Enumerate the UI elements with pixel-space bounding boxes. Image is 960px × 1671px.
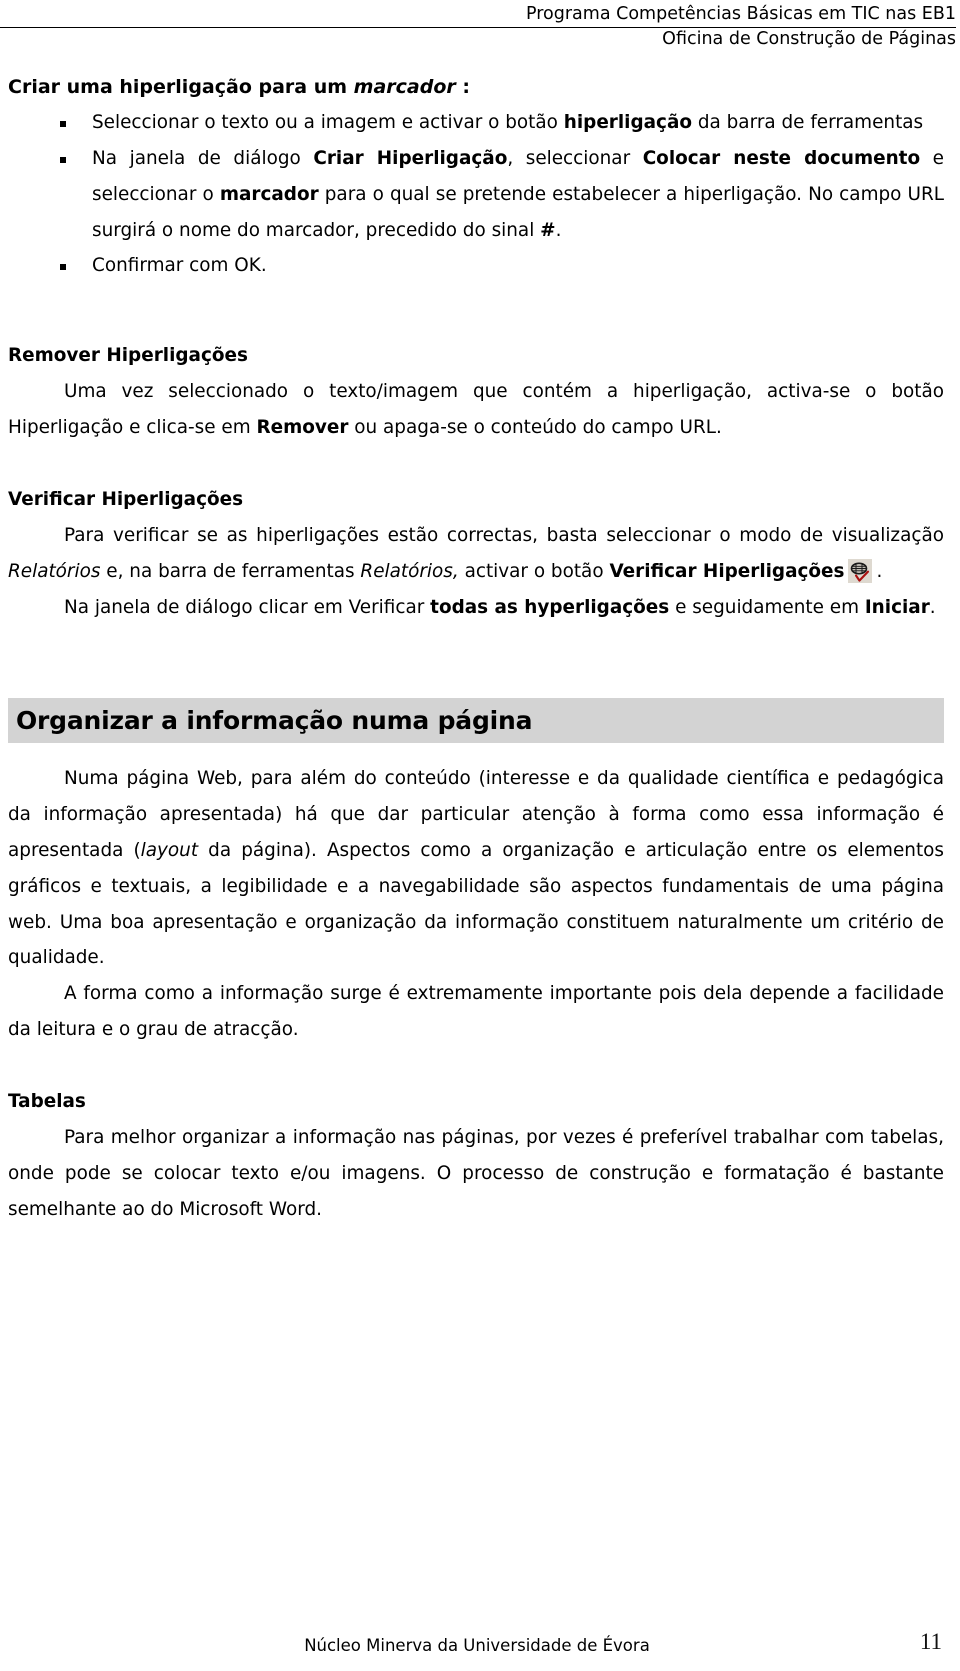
list-item: Na janela de diálogo Criar Hiperligação,… bbox=[8, 141, 944, 249]
verify2-bold-b: Iniciar bbox=[864, 596, 930, 618]
bullet-2-text-e: . bbox=[555, 219, 562, 241]
bullet-2-text-a: Na janela de diálogo bbox=[92, 147, 314, 169]
verify-italic-b: Relatórios, bbox=[360, 560, 459, 582]
header-divider-rule bbox=[0, 26, 956, 28]
bullet-1-text-b: da barra de ferramentas bbox=[692, 111, 924, 133]
paragraph-organizar-2: A forma como a informação surge é extrem… bbox=[8, 983, 944, 1041]
document-body: Criar uma hiperligação para um marcador … bbox=[0, 51, 960, 1228]
section-title-text-italic: marcador bbox=[353, 75, 456, 98]
verify-hyperlinks-icon[interactable] bbox=[848, 558, 873, 583]
bullet-1-text-a: Seleccionar o texto ou a imagem e activa… bbox=[92, 111, 564, 133]
paragraph-verificar-hiperligacoes-2: Na janela de diálogo clicar em Verificar… bbox=[8, 590, 944, 626]
section-heading-remover-hiperligacoes: Remover Hiperligações bbox=[8, 345, 248, 367]
bullet-2-bold-c: marcador bbox=[219, 183, 319, 205]
list-item: Seleccionar o texto ou a imagem e activa… bbox=[8, 105, 944, 141]
paragraph-remover-hiperligacoes: Uma vez seleccionado o texto/imagem que … bbox=[8, 374, 944, 446]
verify2-text-a: Na janela de diálogo clicar em Verificar bbox=[64, 596, 431, 618]
bullet-2-bold-d: # bbox=[540, 219, 556, 241]
paragraph-verificar-hiperligacoes-1: Para verificar se as hiperligações estão… bbox=[8, 518, 944, 590]
verify-text-a: Para verificar se as hiperligações estão… bbox=[64, 524, 944, 546]
section-title-text-a: Criar uma hiperligação para um bbox=[8, 75, 354, 98]
bullet-3-text-a: Confirmar com OK. bbox=[92, 255, 267, 277]
page-footer: Núcleo Minerva da Universidade de Évora … bbox=[0, 1629, 960, 1657]
bullet-2-text-b: , seleccionar bbox=[507, 147, 643, 169]
organize-italic-a: layout bbox=[140, 839, 199, 861]
header-subtitle: Oficina de Construção de Páginas bbox=[662, 28, 956, 49]
verify2-text-c: . bbox=[929, 596, 936, 618]
section-heading-tabelas: Tabelas bbox=[8, 1091, 86, 1113]
list-item: Confirmar com OK. bbox=[8, 248, 944, 284]
verify-text-d: . bbox=[876, 560, 883, 582]
bookmark-steps-list: Seleccionar o texto ou a imagem e activa… bbox=[8, 105, 944, 284]
page-header: Programa Competências Básicas em TIC nas… bbox=[0, 0, 960, 51]
paragraph-tabelas-1: Para melhor organizar a informação nas p… bbox=[8, 1127, 944, 1220]
bullet-2-bold-a: Criar Hiperligação bbox=[313, 147, 508, 169]
header-program-title: Programa Competências Básicas em TIC nas… bbox=[525, 4, 956, 24]
paragraph-organizar-1: Numa página Web, para além do conteúdo (… bbox=[8, 761, 944, 976]
document-page: Programa Competências Básicas em TIC nas… bbox=[0, 0, 960, 1671]
verify2-text-b: e seguidamente em bbox=[669, 596, 865, 618]
verify2-bold-a: todas as hyperligações bbox=[430, 596, 670, 618]
page-number: 11 bbox=[919, 1629, 942, 1654]
bullet-2-bold-b: Colocar neste documento bbox=[642, 147, 921, 169]
verify-text-b: e, na barra de ferramentas bbox=[100, 560, 361, 582]
footer-organization: Núcleo Minerva da Universidade de Évora bbox=[304, 1635, 650, 1655]
section-heading-organizar-informacao: Organizar a informação numa página bbox=[8, 697, 944, 744]
bullet-1-bold-a: hiperligação bbox=[563, 111, 692, 133]
verify-bold-a: Verificar Hiperligações bbox=[609, 560, 845, 582]
remove-bold-a: Remover bbox=[256, 417, 349, 439]
verify-text-c: activar o botão bbox=[458, 560, 610, 582]
remove-text-b: ou apaga-se o conteúdo do campo URL. bbox=[348, 417, 722, 439]
section-title-text-b: : bbox=[455, 75, 470, 98]
section-title-create-bookmark-link: Criar uma hiperligação para um marcador … bbox=[8, 69, 944, 105]
section-heading-verificar-hiperligacoes: Verificar Hiperligações bbox=[8, 488, 244, 510]
verify-italic-a: Relatórios bbox=[8, 560, 101, 582]
